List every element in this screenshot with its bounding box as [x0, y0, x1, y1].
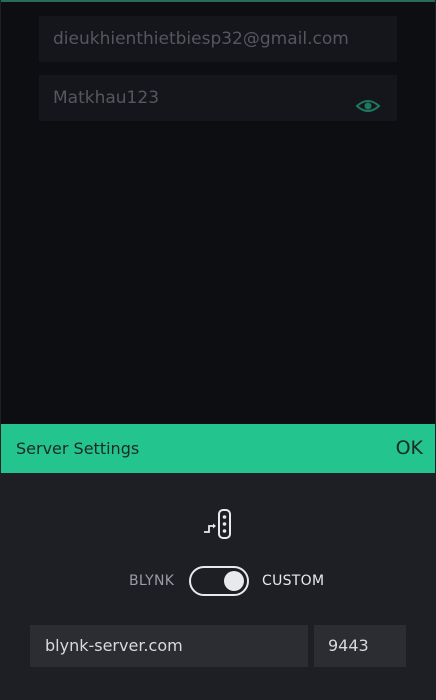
server-port-input[interactable]: 9443	[314, 625, 406, 667]
server-switch-icon	[202, 507, 236, 541]
server-toggle-row: BLYNK CUSTOM	[1, 565, 435, 597]
server-settings-panel: BLYNK CUSTOM blynk-server.com 9443	[1, 473, 435, 700]
password-value: Matkhau123	[53, 88, 160, 108]
server-host-input[interactable]: blynk-server.com	[30, 625, 308, 667]
dialog-title: Server Settings	[16, 439, 140, 458]
toggle-knob	[224, 571, 244, 591]
login-screen: dieukhienthietbiesp32@gmail.com Matkhau1…	[0, 0, 436, 700]
custom-label[interactable]: CUSTOM	[262, 565, 324, 597]
ok-button[interactable]: OK	[396, 424, 423, 473]
email-value: dieukhienthietbiesp32@gmail.com	[53, 29, 349, 49]
server-mode-toggle[interactable]	[189, 566, 249, 596]
email-field[interactable]: dieukhienthietbiesp32@gmail.com	[39, 16, 397, 62]
blynk-label[interactable]: BLYNK	[129, 565, 174, 597]
password-field[interactable]: Matkhau123	[39, 75, 397, 121]
top-accent-line	[0, 0, 436, 2]
server-settings-header: Server Settings OK	[1, 424, 435, 473]
eye-icon[interactable]	[355, 88, 381, 112]
server-port-value: 9443	[328, 636, 369, 655]
server-host-value: blynk-server.com	[45, 636, 183, 655]
